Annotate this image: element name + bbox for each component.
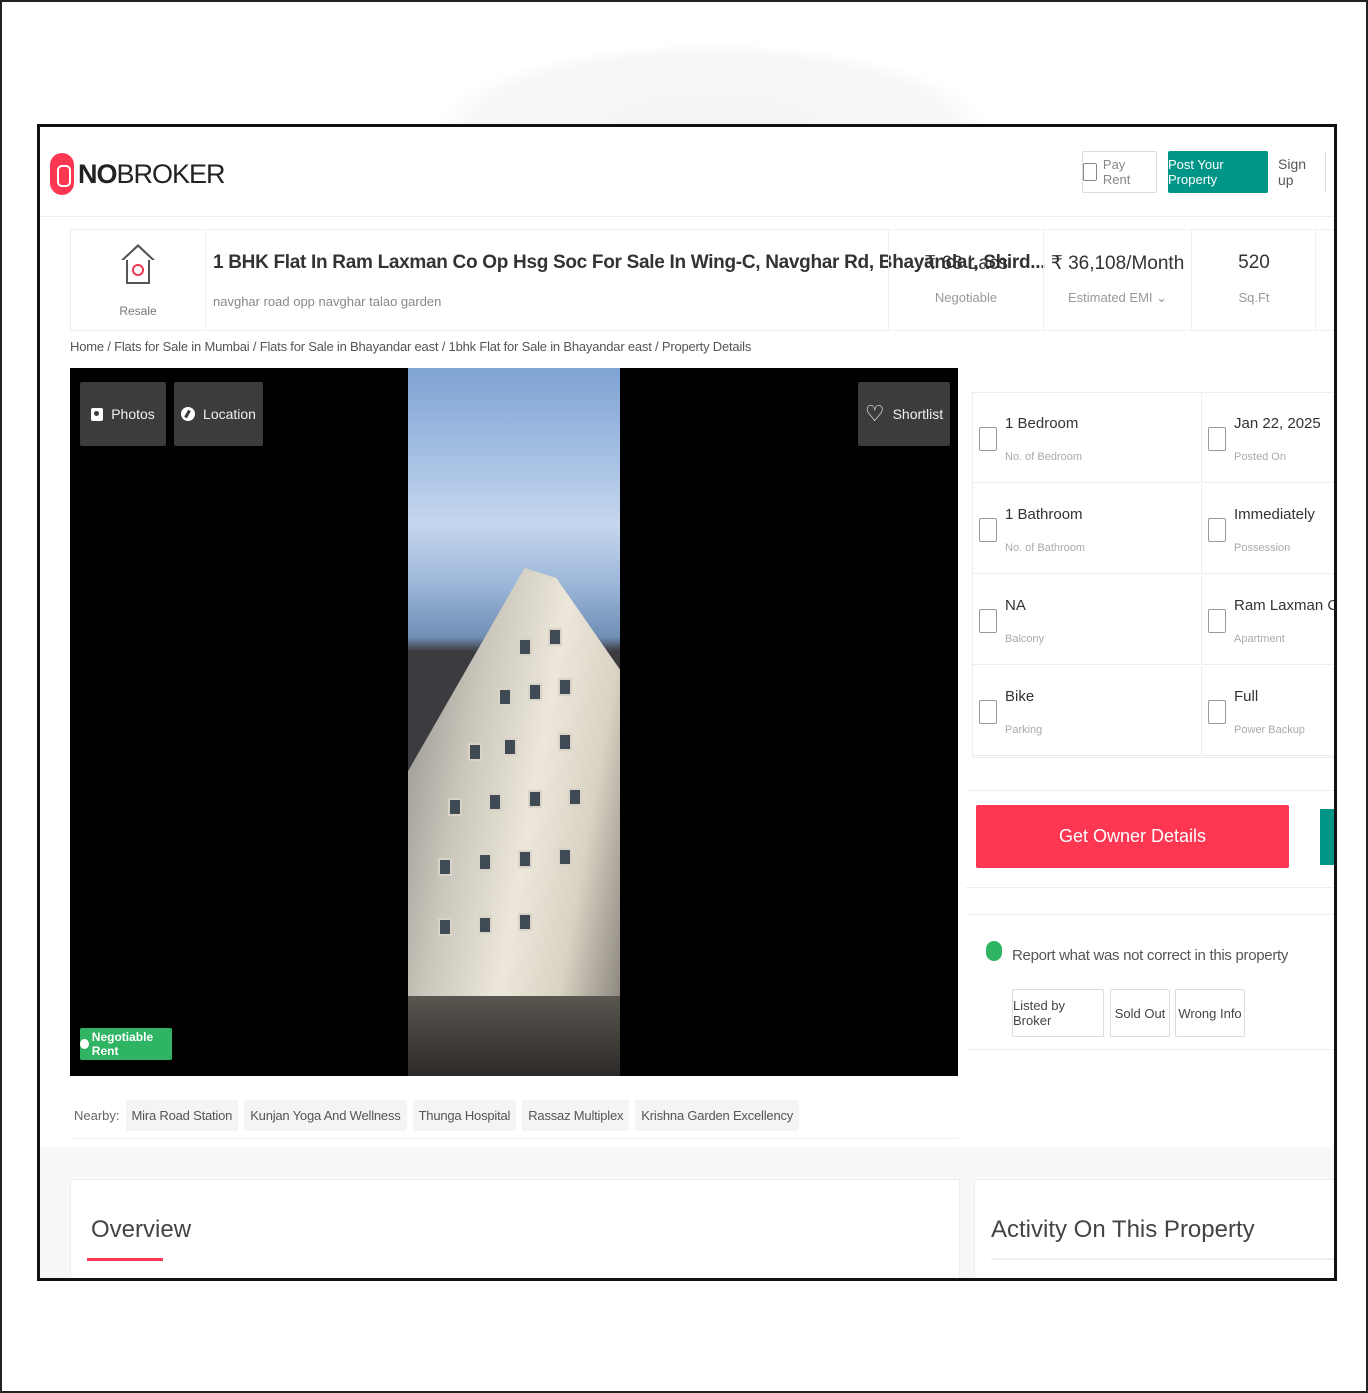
nearby-label: Nearby: <box>74 1108 120 1123</box>
spec-apartment: Ram Laxman Co Op... Apartment <box>1201 575 1334 665</box>
camera-icon <box>91 407 104 421</box>
wallet-icon <box>1083 163 1097 181</box>
nearby-places: Nearby: Mira Road Station Kunjan Yoga An… <box>70 1093 958 1139</box>
breadcrumb[interactable]: Home / Flats for Sale in Mumbai / Flats … <box>70 339 751 354</box>
spec-value: NA <box>1005 597 1026 614</box>
activity-divider <box>991 1258 1334 1260</box>
emi-label[interactable]: Estimated EMI ⌄ <box>1044 290 1191 306</box>
price-value: ₹ 63 Lacs <box>924 253 1008 274</box>
nearby-chip[interactable]: Rassaz Multiplex <box>522 1100 630 1131</box>
wrong-info-button[interactable]: Wrong Info <box>1175 989 1245 1037</box>
get-owner-details-button[interactable]: Get Owner Details <box>976 805 1289 868</box>
browser-viewport: NOBROKER Pay Rent Post Your Property Sig… <box>37 124 1337 1281</box>
background-decoration <box>432 42 992 132</box>
screenshot-frame: NOBROKER Pay Rent Post Your Property Sig… <box>0 0 1368 1393</box>
logo-icon <box>50 153 74 195</box>
shortlist-label: Shortlist <box>892 406 944 422</box>
rupee-icon <box>80 1039 89 1049</box>
spec-label: Balcony <box>1005 633 1045 645</box>
spec-balcony: NA Balcony <box>973 575 1200 665</box>
area-block: 520 Sq.Ft <box>1191 230 1316 330</box>
spec-label: No. of Bedroom <box>1005 451 1083 463</box>
house-rupee-icon <box>121 244 155 286</box>
nobroker-logo[interactable]: NOBROKER <box>50 153 226 195</box>
bed-icon <box>979 427 997 451</box>
emi-value: ₹ 36,108/Month <box>1050 253 1185 274</box>
spec-possession: Immediately Possession <box>1201 484 1334 574</box>
spec-label: Parking <box>1005 724 1043 736</box>
balcony-icon <box>979 609 997 633</box>
location-button[interactable]: Location <box>174 382 263 446</box>
spec-power-backup: Full Power Backup <box>1201 666 1334 756</box>
emi-block[interactable]: ₹ 36,108/Month Estimated EMI ⌄ <box>1043 230 1191 330</box>
spec-label: No. of Bathroom <box>1005 542 1086 554</box>
overview-underline <box>87 1258 163 1261</box>
battery-icon <box>1208 700 1226 724</box>
area-value: 520 <box>1238 252 1270 273</box>
listed-by-broker-button[interactable]: Listed by Broker <box>1012 989 1104 1037</box>
pay-rent-label: Pay Rent <box>1102 157 1131 187</box>
negotiable-badge: Negotiable Rent <box>80 1028 172 1060</box>
report-panel: Report what was not correct in this prop… <box>966 914 1334 1050</box>
logo-text: NOBROKER <box>78 158 226 189</box>
listing-summary: Resale 1 BHK Flat In Ram Laxman Co Op Hs… <box>70 229 1334 331</box>
spec-parking: Bike Parking <box>973 666 1200 756</box>
sold-out-button[interactable]: Sold Out <box>1110 989 1170 1037</box>
overview-card: Overview <box>70 1179 960 1278</box>
compass-icon <box>181 407 196 421</box>
sign-up-link[interactable]: Sign up <box>1278 151 1326 193</box>
shortlist-button[interactable]: ♡ Shortlist <box>858 382 950 446</box>
pay-rent-button[interactable]: Pay Rent <box>1082 151 1157 193</box>
nearby-chip[interactable]: Krishna Garden Excellency <box>635 1100 800 1131</box>
spec-value: 1 Bedroom <box>1005 415 1079 432</box>
spec-value: Jan 22, 2025 <box>1234 415 1321 432</box>
spec-value: Full <box>1234 688 1259 705</box>
post-property-button[interactable]: Post Your Property <box>1168 151 1268 193</box>
resale-badge: Resale <box>71 230 206 330</box>
spec-posted-on: Jan 22, 2025 Posted On <box>1201 393 1334 483</box>
top-header: NOBROKER Pay Rent Post Your Property Sig… <box>40 127 1334 217</box>
property-address: navghar road opp navghar talao garden <box>213 294 442 309</box>
nearby-chip[interactable]: Mira Road Station <box>125 1100 239 1131</box>
negotiable-label: Negotiable Rent <box>91 1030 154 1058</box>
spec-label: Apartment <box>1234 633 1285 645</box>
photos-label: Photos <box>111 406 155 422</box>
resale-label: Resale <box>119 304 157 318</box>
price-block: ₹ 63 Lacs Negotiable <box>888 230 1043 330</box>
area-label: Sq.Ft <box>1238 290 1270 305</box>
spec-value: Bike <box>1005 688 1035 705</box>
property-specs: 1 Bedroom No. of Bedroom Jan 22, 2025 Po… <box>972 392 1334 758</box>
car-icon <box>979 700 997 724</box>
building-image <box>408 568 620 1076</box>
overview-title: Overview <box>91 1216 192 1243</box>
building-icon <box>1208 609 1226 633</box>
secondary-action-button[interactable] <box>1320 809 1334 865</box>
activity-title: Activity On This Property <box>991 1216 1255 1243</box>
spec-value: Immediately <box>1234 506 1315 523</box>
info-icon <box>986 941 1002 961</box>
key-icon <box>1208 518 1226 542</box>
bathtub-icon <box>979 518 997 542</box>
report-text: Report what was not correct in this prop… <box>1012 947 1289 964</box>
price-label: Negotiable <box>934 290 998 305</box>
spec-label: Possession <box>1234 542 1291 554</box>
nearby-chip[interactable]: Thunga Hospital <box>412 1100 517 1131</box>
spec-label: Posted On <box>1234 451 1286 463</box>
location-label: Location <box>203 406 256 422</box>
photo-gallery[interactable]: Photos Location ♡ Shortlist Negotiable R… <box>70 368 958 1076</box>
spec-label: Power Backup <box>1234 724 1305 736</box>
spec-value: Ram Laxman Co Op... <box>1234 597 1334 614</box>
photos-button[interactable]: Photos <box>80 382 166 446</box>
spec-bedroom: 1 Bedroom No. of Bedroom <box>973 393 1200 483</box>
spec-bathroom: 1 Bathroom No. of Bathroom <box>973 484 1200 574</box>
owner-actions: Get Owner Details <box>966 790 1334 888</box>
calendar-icon <box>1208 427 1226 451</box>
spec-value: 1 Bathroom <box>1005 506 1083 523</box>
property-photo[interactable] <box>408 368 620 1076</box>
nearby-chip[interactable]: Kunjan Yoga And Wellness <box>244 1100 407 1131</box>
heart-icon: ♡ <box>864 401 885 426</box>
activity-card: Activity On This Property <box>974 1179 1334 1278</box>
